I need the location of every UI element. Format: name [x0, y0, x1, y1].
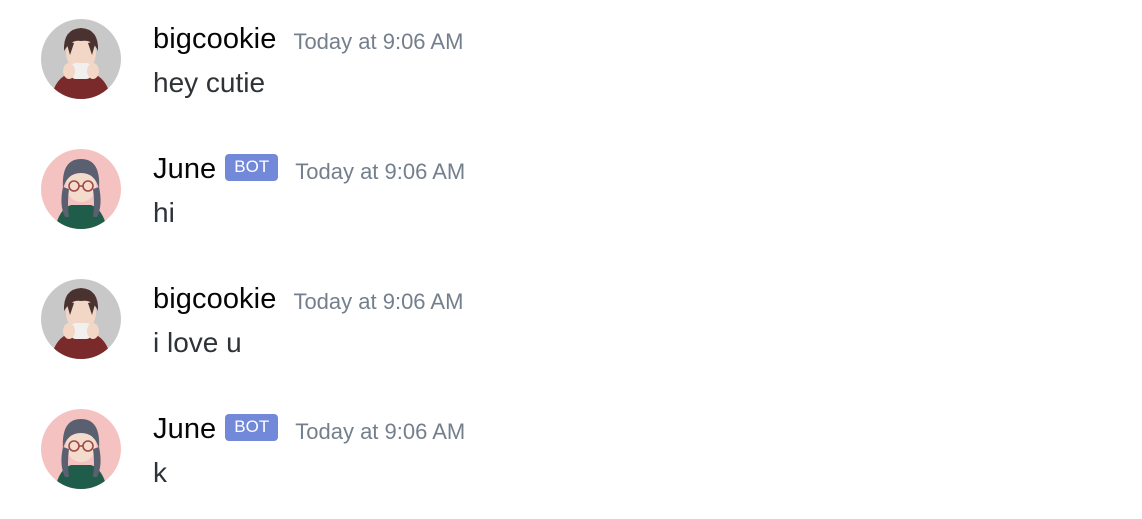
- message-content: hi: [153, 197, 175, 228]
- bot-tag: BOT: [225, 413, 279, 441]
- message-item: June BOT Today at 9:06 AM k: [0, 409, 1142, 519]
- message-header: bigcookie Today at 9:06 AM: [153, 281, 463, 317]
- bot-tag: BOT: [225, 153, 279, 181]
- username[interactable]: bigcookie: [153, 283, 276, 316]
- message-header: June BOT Today at 9:06 AM: [153, 411, 465, 447]
- message-item: bigcookie Today at 9:06 AM i love u: [0, 279, 1142, 389]
- message-content: k: [153, 457, 167, 488]
- username[interactable]: bigcookie: [153, 23, 276, 56]
- girl-avatar-icon[interactable]: [41, 409, 121, 489]
- username[interactable]: June: [153, 153, 216, 186]
- username[interactable]: June: [153, 413, 216, 446]
- message-content: i love u: [153, 327, 242, 358]
- timestamp: Today at 9:06 AM: [293, 289, 464, 314]
- girl-avatar-icon[interactable]: [41, 149, 121, 229]
- message-item: bigcookie Today at 9:06 AM hey cutie: [0, 19, 1142, 129]
- timestamp: Today at 9:06 AM: [293, 29, 464, 54]
- message-header: June BOT Today at 9:06 AM: [153, 151, 465, 187]
- boy-avatar-icon[interactable]: [41, 279, 121, 359]
- message-content: hey cutie: [153, 67, 266, 98]
- timestamp: Today at 9:06 AM: [295, 159, 466, 184]
- timestamp: Today at 9:06 AM: [295, 419, 466, 444]
- chat-messages: bigcookie Today at 9:06 AM hey cutie Jun…: [0, 0, 1142, 514]
- boy-avatar-icon[interactable]: [41, 19, 121, 99]
- message-item: June BOT Today at 9:06 AM hi: [0, 149, 1142, 259]
- message-header: bigcookie Today at 9:06 AM: [153, 21, 463, 57]
